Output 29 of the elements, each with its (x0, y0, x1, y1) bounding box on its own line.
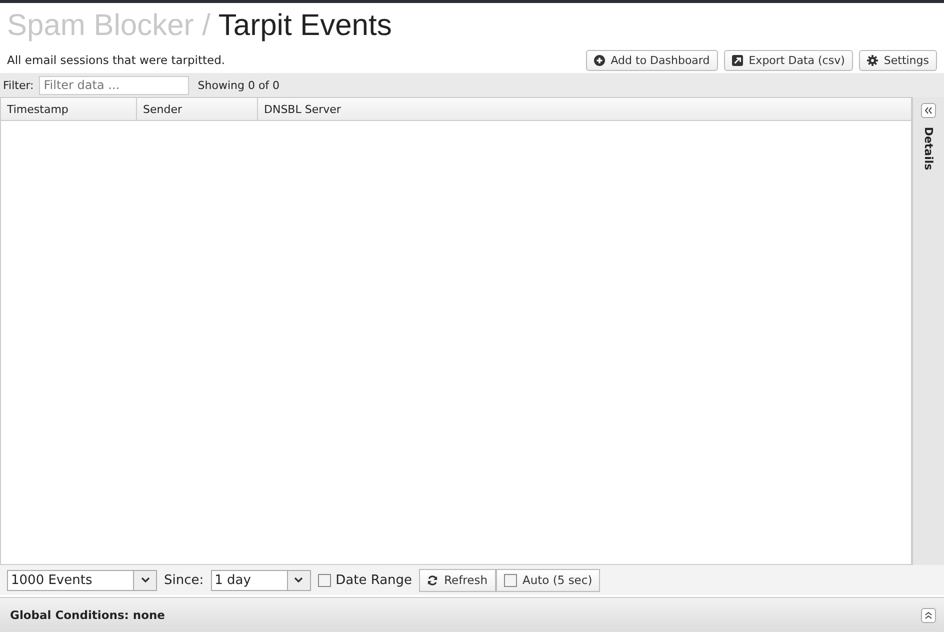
column-header[interactable]: Timestamp (1, 98, 137, 120)
refresh-button[interactable]: Refresh (419, 568, 496, 592)
auto-refresh-checkbox[interactable] (504, 574, 516, 586)
global-conditions: Global Conditions: none (10, 608, 165, 622)
filter-label: Filter: (3, 78, 34, 92)
column-header[interactable]: DNSBL Server (258, 98, 911, 120)
page-description: All email sessions that were tarpitted. (7, 53, 226, 67)
limit-select[interactable]: 1000 Events (7, 570, 157, 590)
expand-icon[interactable] (921, 608, 936, 622)
date-range-checkbox[interactable] (318, 574, 331, 586)
export-icon (732, 54, 743, 66)
auto-refresh-button[interactable]: Auto (5 sec) (496, 568, 600, 592)
filter-field[interactable]: Filter data ... (38, 76, 189, 94)
since-select[interactable]: 1 day (210, 570, 311, 590)
refresh-icon (427, 574, 438, 586)
dropdown-caret-icon[interactable] (286, 570, 310, 590)
page-title: Tarpit Events (218, 9, 392, 43)
collapse-icon[interactable] (921, 103, 936, 118)
toolbar-button[interactable]: Export Data (csv) (724, 50, 853, 70)
since-label: Since: (164, 572, 204, 588)
plus-circle-icon (594, 54, 605, 66)
column-header[interactable]: Sender (137, 98, 258, 120)
toolbar-button[interactable]: Settings (858, 50, 937, 70)
details-tab[interactable]: Details (922, 126, 935, 170)
toolbar-button[interactable]: Add to Dashboard (586, 50, 718, 70)
dropdown-caret-icon[interactable] (133, 570, 156, 590)
settings-icon (866, 54, 878, 66)
date-range-label: Date Range (336, 572, 412, 588)
row-count: Showing 0 of 0 (198, 78, 280, 92)
